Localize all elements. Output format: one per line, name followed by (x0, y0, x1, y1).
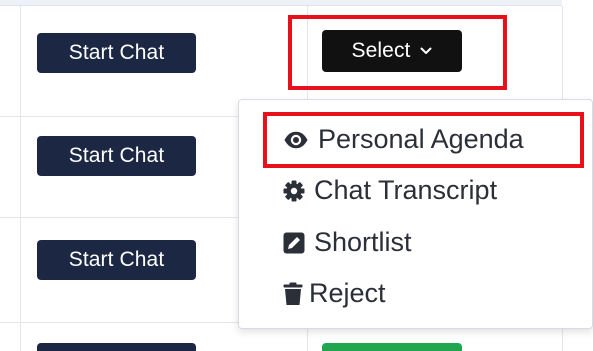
menu-item-chat-transcript[interactable]: Chat Transcript (283, 175, 497, 206)
menu-item-label: Shortlist (314, 227, 412, 257)
start-chat-button[interactable]: Start Chat (37, 240, 196, 280)
gear-icon (283, 180, 305, 202)
eye-icon (283, 131, 309, 149)
menu-item-label: Reject (309, 278, 386, 308)
accept-button-partial[interactable] (322, 343, 462, 351)
start-chat-button[interactable]: Start Chat (37, 136, 196, 176)
select-dropdown-button[interactable]: Select (322, 30, 462, 72)
edit-icon (283, 232, 305, 254)
trash-icon (283, 282, 303, 306)
start-chat-label: Start Chat (68, 144, 165, 167)
menu-item-label: Personal Agenda (318, 124, 524, 154)
menu-item-shortlist[interactable]: Shortlist (283, 227, 412, 258)
column-divider (20, 6, 21, 351)
start-chat-button-partial[interactable] (37, 343, 196, 351)
menu-item-personal-agenda[interactable]: Personal Agenda (283, 124, 524, 155)
table-header-strip (0, 0, 562, 6)
select-button-label: Select (351, 39, 411, 62)
start-chat-label: Start Chat (68, 41, 165, 64)
chevron-down-icon (420, 47, 432, 55)
menu-item-reject[interactable]: Reject (283, 278, 386, 309)
start-chat-button[interactable]: Start Chat (37, 33, 196, 73)
start-chat-label: Start Chat (68, 248, 165, 271)
select-dropdown-menu: Personal Agenda Chat Transcript Shortlis… (238, 99, 593, 329)
screenshot-stage: Start Chat Start Chat Start Chat Select … (0, 0, 593, 351)
menu-item-label: Chat Transcript (314, 175, 498, 205)
